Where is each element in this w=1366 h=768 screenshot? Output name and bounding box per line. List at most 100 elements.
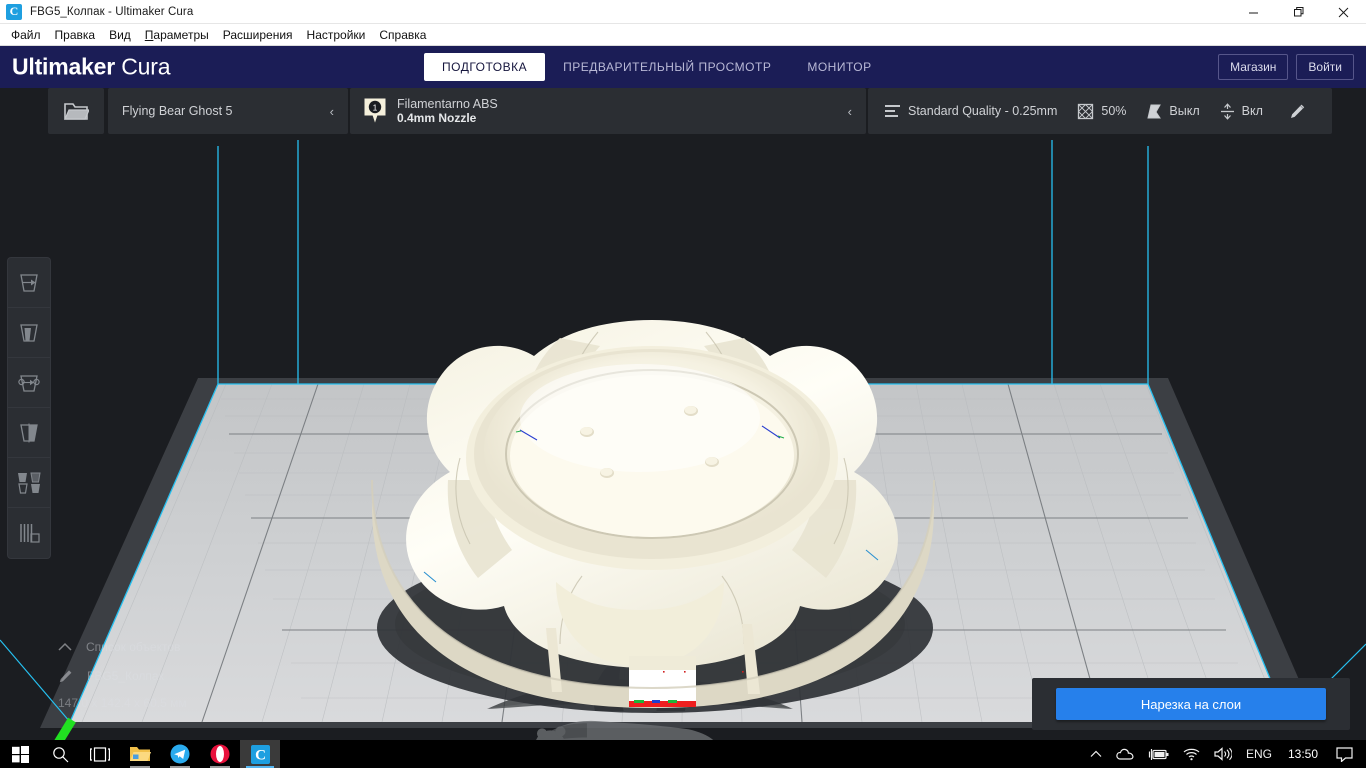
printer-name: Flying Bear Ghost 5: [122, 104, 233, 118]
opera-icon: [210, 744, 230, 764]
tool-rotate[interactable]: [8, 358, 50, 408]
maximize-button[interactable]: [1276, 0, 1321, 24]
taskbar-telegram[interactable]: [160, 740, 200, 768]
tray-onedrive[interactable]: [1109, 740, 1141, 768]
slice-panel: Нарезка на слои: [1032, 678, 1350, 730]
minimize-button[interactable]: [1231, 0, 1276, 24]
action-center-button[interactable]: [1327, 740, 1362, 768]
quality-value: Standard Quality - 0.25mm: [908, 104, 1058, 118]
brand-logo: Ultimaker Cura: [12, 54, 170, 81]
chevron-up-icon: [1090, 750, 1102, 757]
tray-battery[interactable]: [1141, 740, 1176, 768]
object-list-panel: Список объектов FBG5_Колпак 147.0 x 142.…: [58, 636, 187, 710]
action-center-icon: [1336, 746, 1353, 762]
support-icon: [1147, 104, 1162, 118]
object-list-title: Список объектов: [86, 640, 181, 654]
adhesion-icon: [1220, 102, 1234, 120]
tray-wifi[interactable]: [1176, 740, 1207, 768]
tray-volume[interactable]: [1207, 740, 1239, 768]
taskbar-explorer[interactable]: [120, 740, 160, 768]
tab-monitor[interactable]: МОНИТОР: [789, 53, 889, 81]
taskbar-opera[interactable]: [200, 740, 240, 768]
tab-preview[interactable]: ПРЕДВАРИТЕЛЬНЫЙ ПРОСМОТР: [545, 53, 789, 81]
application-header: Ultimaker Cura ПОДГОТОВКА ПРЕДВАРИТЕЛЬНЫ…: [0, 46, 1366, 88]
menu-edit[interactable]: Правка: [48, 26, 103, 44]
windows-taskbar: C ENG 13:50: [0, 740, 1366, 768]
3d-viewport[interactable]: FLYING BEAR: [0, 88, 1366, 740]
brand-cura: Cura: [121, 53, 171, 80]
tool-move[interactable]: [8, 258, 50, 308]
svg-text:C: C: [255, 747, 266, 763]
mirror-icon: [20, 423, 38, 442]
object-name: FBG5_Колпак: [87, 669, 164, 683]
pencil-icon: [59, 669, 72, 682]
support-value: Выкл: [1169, 104, 1200, 118]
material-selector[interactable]: 1 Filamentarno ABS 0.4mm Nozzle ‹: [350, 88, 866, 134]
marketplace-button[interactable]: Магазин: [1218, 54, 1289, 80]
per-model-settings-icon: [18, 472, 41, 494]
tray-clock[interactable]: 13:50: [1279, 747, 1327, 761]
menu-settings[interactable]: Параметры: [138, 26, 216, 44]
infill-setting[interactable]: 50%: [1077, 103, 1126, 120]
taskbar-cura[interactable]: C: [240, 740, 280, 768]
configuration-bar: Flying Bear Ghost 5 ‹ 1 Filamentarno ABS…: [0, 88, 1366, 136]
menu-preferences[interactable]: Настройки: [300, 26, 373, 44]
chevron-up-icon: [58, 642, 72, 651]
scale-icon: [20, 323, 38, 342]
menu-extensions[interactable]: Расширения: [216, 26, 300, 44]
rotate-icon: [18, 374, 40, 392]
slice-button[interactable]: Нарезка на слои: [1056, 688, 1326, 720]
taskbar-start[interactable]: [0, 740, 40, 768]
adhesion-value: Вкл: [1241, 104, 1263, 118]
tool-scale[interactable]: [8, 308, 50, 358]
quality-setting[interactable]: Standard Quality - 0.25mm: [884, 104, 1057, 118]
tray-language[interactable]: ENG: [1239, 740, 1279, 768]
3d-model-object: [371, 320, 935, 708]
menu-help[interactable]: Справка: [372, 26, 433, 44]
build-plate-scene: FLYING BEAR: [0, 88, 1366, 740]
edit-settings-button[interactable]: [1289, 103, 1306, 120]
cura-icon: C: [250, 744, 270, 764]
object-list-header[interactable]: Список объектов: [58, 636, 187, 658]
print-settings-selector[interactable]: Standard Quality - 0.25mm 50% Выкл Вкл: [868, 88, 1332, 134]
tool-mirror[interactable]: [8, 408, 50, 458]
tool-support-blocker[interactable]: [8, 508, 50, 558]
object-list-item[interactable]: FBG5_Колпак: [58, 665, 187, 687]
open-folder-icon: [64, 103, 89, 120]
battery-charging-icon: [1148, 748, 1169, 760]
sign-in-button[interactable]: Войти: [1296, 54, 1354, 80]
header-actions: Магазин Войти: [1218, 54, 1354, 80]
file-explorer-icon: [130, 747, 151, 761]
tool-panel: [8, 258, 50, 558]
close-button[interactable]: [1321, 0, 1366, 24]
extruder-badge-icon: 1: [364, 98, 386, 124]
menu-bar: Файл Правка Вид Параметры Расширения Нас…: [0, 24, 1366, 46]
printer-selector[interactable]: Flying Bear Ghost 5 ‹: [108, 88, 348, 134]
tab-prepare[interactable]: ПОДГОТОВКА: [424, 53, 546, 81]
cloud-icon: [1116, 748, 1134, 760]
extruder-number: 1: [373, 102, 378, 112]
taskbar-search[interactable]: [40, 740, 80, 768]
window-title-bar: C FBG5_Колпак - Ultimaker Cura: [0, 0, 1366, 24]
layers-icon: [885, 105, 900, 117]
system-tray: ENG 13:50: [1083, 740, 1366, 768]
menu-view[interactable]: Вид: [102, 26, 138, 44]
support-setting[interactable]: Выкл: [1146, 103, 1200, 120]
tray-overflow[interactable]: [1083, 740, 1109, 768]
adhesion-setting[interactable]: Вкл: [1220, 102, 1263, 120]
taskbar-taskview[interactable]: [80, 740, 120, 768]
chevron-left-icon: ‹: [847, 103, 852, 119]
menu-file[interactable]: Файл: [4, 26, 48, 44]
nozzle-size: 0.4mm Nozzle: [397, 111, 477, 125]
chevron-left-icon: ‹: [329, 103, 334, 119]
speaker-icon: [1214, 747, 1232, 761]
open-file-button[interactable]: [48, 88, 104, 134]
telegram-icon: [170, 744, 190, 764]
window-controls: [1231, 0, 1366, 24]
window-title: FBG5_Колпак - Ultimaker Cura: [30, 5, 194, 18]
move-icon: [20, 273, 38, 292]
material-name: Filamentarno ABS: [397, 97, 498, 111]
support-blocker-icon: [20, 524, 40, 543]
pencil-icon: [1290, 104, 1305, 118]
tool-per-model-settings[interactable]: [8, 458, 50, 508]
